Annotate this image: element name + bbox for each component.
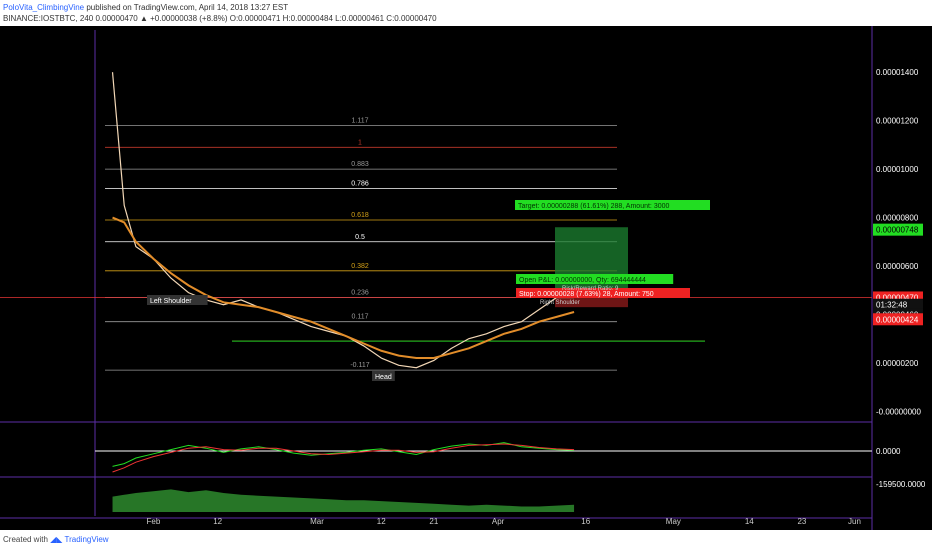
x-tick-label: 21 <box>429 517 438 526</box>
y-tick-label: 0.00000800 <box>876 214 919 223</box>
head-label: Head <box>375 374 392 381</box>
x-tick-label: 23 <box>797 517 806 526</box>
tradingview-brand-link[interactable]: TradingView <box>65 535 109 544</box>
oscillator-tick-label: 0.0000 <box>876 447 901 456</box>
publish-line: PoloVita_ClimbingVine published on Tradi… <box>3 2 288 13</box>
tradingview-logo-icon: ◢◣ <box>50 535 63 544</box>
price-label: 01:32:48 <box>876 301 908 310</box>
y-tick-label: 0.00001200 <box>876 117 919 126</box>
fib-level-label: 1 <box>358 139 362 146</box>
risk-reward-label: Risk/Reward Ratio: 9 <box>562 286 619 292</box>
chart-footer: Created with ◢◣ TradingView <box>0 530 932 550</box>
x-tick-label: Jun <box>848 517 861 526</box>
published-text: published on TradingView.com, April 14, … <box>86 3 289 12</box>
chart-header: PoloVita_ClimbingVine published on Tradi… <box>0 0 932 26</box>
x-tick-label: May <box>666 517 681 526</box>
created-with-text: Created with <box>3 535 48 544</box>
x-tick-label: Apr <box>492 517 505 526</box>
y-tick-label: 0.00000200 <box>876 359 919 368</box>
fib-level-label: 0.883 <box>351 161 369 168</box>
volume-tick-label: -159500.0000 <box>876 480 926 489</box>
author-link[interactable]: PoloVita_ClimbingVine <box>3 3 84 12</box>
left-shoulder-label: Left Shoulder <box>150 298 192 305</box>
x-tick-label: 12 <box>213 517 222 526</box>
symbol-line: BINANCE:IOSTBTC, 240 0.00000470 ▲ +0.000… <box>3 14 437 23</box>
y-tick-label: -0.00000000 <box>876 407 921 416</box>
fib-level-label: 0.5 <box>355 234 365 241</box>
y-tick-label: 0.00001000 <box>876 165 919 174</box>
target-label: Target: 0.00000288 (61.61%) 288, Amount:… <box>518 203 669 210</box>
stop-label: Stop: 0.00000028 (7.63%) 28, Amount: 750 <box>519 291 654 298</box>
price-label: 0.00000424 <box>876 315 919 324</box>
fib-level-label: 0.117 <box>352 314 369 321</box>
right-shoulder-label: Right Shoulder <box>540 300 580 306</box>
fib-level-label: 0.618 <box>351 212 369 219</box>
fib-level-label: 1.117 <box>352 118 369 125</box>
chart-background <box>0 26 932 530</box>
fib-level-label: 0.786 <box>351 180 369 187</box>
price-label: 0.00000748 <box>876 226 919 235</box>
chart-canvas[interactable]: 1.117 1 0.883 0.786 0.618 0.5 0.382 0.236 0.117 -… <box>0 26 932 530</box>
x-tick-label: 12 <box>377 517 386 526</box>
open-pl-label: Open P&L: 0.00000000, Qty: 694444444 <box>519 277 646 284</box>
fib-level-label: 0.236 <box>351 289 369 296</box>
x-tick-label: Feb <box>147 517 161 526</box>
y-tick-label: 0.00000600 <box>876 262 919 271</box>
fib-level-label: 0.382 <box>351 263 369 270</box>
x-tick-label: Mar <box>310 517 324 526</box>
x-tick-label: 14 <box>745 517 754 526</box>
fib-level-label: -0.117 <box>350 362 369 369</box>
x-tick-label: 16 <box>581 517 590 526</box>
y-tick-label: 0.00001400 <box>876 68 919 77</box>
